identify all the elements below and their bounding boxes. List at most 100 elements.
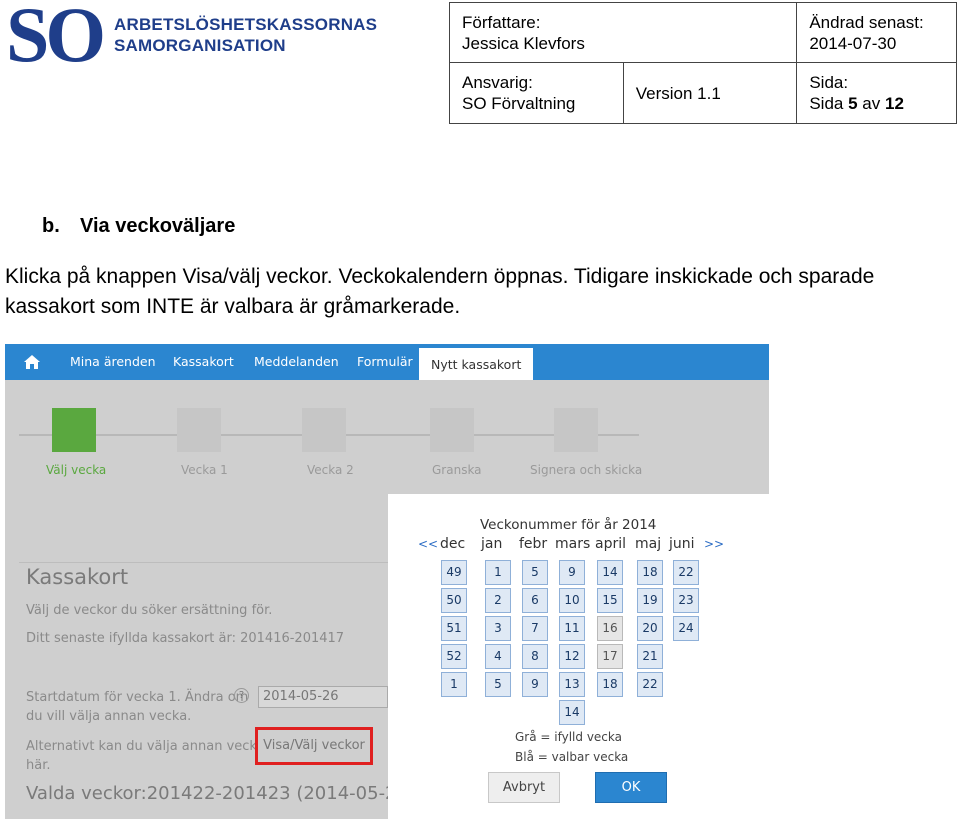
calendar-title: Veckonummer för år 2014 [480,517,657,533]
month-dec: dec [440,536,466,552]
page-prefix: Sida [809,94,844,113]
changed-cell: Ändrad senast: 2014-07-30 [796,2,957,63]
alt-label-2: här. [26,758,51,773]
week-cell-1[interactable]: 1 [485,560,511,585]
logo-line-1: ARBETSLÖSHETSKASSORNAS [114,15,378,34]
month-maj: maj [635,536,662,552]
month-febr: febr [519,536,548,552]
step-label-granska: Granska [432,463,482,477]
week-cell-24[interactable]: 24 [673,616,699,641]
section-heading: b. Via veckoväljare [42,215,235,238]
page-total: 12 [885,94,904,113]
week-cell-9[interactable]: 9 [559,560,585,585]
form-instruction: Välj de veckor du söker ersättning för. [26,603,273,618]
month-april: april [595,536,627,552]
week-cell-5[interactable]: 5 [522,560,548,585]
nav-kassakort[interactable]: Kassakort [173,344,234,380]
week-cell-19[interactable]: 19 [637,588,663,613]
author-label: Författare: [462,12,541,32]
home-icon[interactable] [23,354,41,370]
author-value: Jessica Klevfors [462,33,585,53]
step-box-valj-vecka [52,408,96,452]
week-cell-1[interactable]: 1 [441,672,467,697]
week-cell-51[interactable]: 51 [441,616,467,641]
week-cell-11[interactable]: 11 [559,616,585,641]
responsible-cell: Ansvarig: SO Förvaltning [449,62,624,124]
week-cell-20[interactable]: 20 [637,616,663,641]
author-cell: Författare: Jessica Klevfors [448,2,798,63]
week-cell-52[interactable]: 52 [441,644,467,669]
nav-mina-arenden[interactable]: Mina ärenden [70,344,156,380]
changed-value: 2014-07-30 [809,33,897,53]
week-cell-5[interactable]: 5 [485,672,511,697]
page-cell: Sida: Sida 5 av 12 [796,62,957,124]
nav-formular[interactable]: Formulär [357,344,413,380]
step-box-signera [554,408,598,452]
page-current: 5 [848,94,858,113]
legend-blue: Blå = valbar vecka [515,750,629,764]
changed-label: Ändrad senast: [809,12,924,32]
section-paragraph: Klicka på knappen Visa/välj veckor. Veck… [5,265,875,318]
calendar-next[interactable]: >> [704,537,724,551]
so-logo: SO ARBETSLÖSHETSKASSORNAS SAMORGANISATIO… [6,0,377,74]
alt-label-1: Alternativt kan du välja annan vecka [26,739,265,754]
month-juni: juni [669,536,695,552]
week-cell-6[interactable]: 6 [522,588,548,613]
document-header-table: Författare: Jessica Klevfors Ändrad sena… [448,2,957,124]
page-of: av [862,94,881,113]
app-screenshot: Mina ärenden Kassakort Meddelanden Formu… [5,344,769,819]
step-label-valj-vecka: Välj vecka [46,463,107,477]
step-label-vecka-2: Vecka 2 [307,463,354,477]
week-cell-14[interactable]: 14 [559,700,585,725]
week-cell-3[interactable]: 3 [485,616,511,641]
week-picker-dialog: Veckonummer för år 2014 << >> dec jan febr… [388,494,769,819]
help-icon[interactable]: ? [234,688,249,703]
week-cell-2[interactable]: 2 [485,588,511,613]
week-cell-22[interactable]: 22 [673,560,699,585]
week-cell-18[interactable]: 18 [597,672,623,697]
week-cell-15[interactable]: 15 [597,588,623,613]
version-cell: Version 1.1 [622,62,798,124]
kassakort-form: Kassakort Välj de veckor du söker ersätt… [5,537,420,819]
ok-button[interactable]: OK [595,772,667,803]
section-number: b. [42,215,60,237]
start-date-label-1: Startdatum för vecka 1. Ändra om [26,690,249,705]
form-divider [19,562,388,563]
form-title: Kassakort [26,565,129,589]
step-box-vecka-2 [302,408,346,452]
week-cell-13[interactable]: 13 [559,672,585,697]
week-cell-12[interactable]: 12 [559,644,585,669]
calendar-prev[interactable]: << [418,537,438,551]
version-value: Version 1.1 [635,83,721,103]
week-cell-18[interactable]: 18 [637,560,663,585]
step-label-vecka-1: Vecka 1 [181,463,228,477]
show-pick-weeks-button[interactable]: Visa/Välj veckor [255,727,373,765]
week-cell-23[interactable]: 23 [673,588,699,613]
nav-meddelanden[interactable]: Meddelanden [254,344,339,380]
start-date-input[interactable]: 2014-05-26 [258,686,388,708]
month-mars: mars [555,536,591,552]
form-last-filled: Ditt senaste ifyllda kassakort är: 20141… [26,631,345,646]
week-cell-49[interactable]: 49 [441,560,467,585]
week-cell-10[interactable]: 10 [559,588,585,613]
month-jan: jan [481,536,503,552]
legend-gray: Grå = ifylld vecka [515,730,622,744]
week-cell-9[interactable]: 9 [522,672,548,697]
cancel-button[interactable]: Avbryt [488,772,560,803]
week-cell-50[interactable]: 50 [441,588,467,613]
responsible-value: SO Förvaltning [462,94,576,113]
week-cell-7[interactable]: 7 [522,616,548,641]
week-cell-22[interactable]: 22 [637,672,663,697]
section-title: Via veckoväljare [80,215,236,237]
nav-nytt-kassakort[interactable]: Nytt kassakort [419,348,534,380]
week-cell-21[interactable]: 21 [637,644,663,669]
responsible-label: Ansvarig: [462,73,533,92]
week-cell-8[interactable]: 8 [522,644,548,669]
page-label: Sida: [809,73,849,92]
week-cell-16: 16 [597,616,623,641]
week-cell-4[interactable]: 4 [485,644,511,669]
week-cell-17: 17 [597,644,623,669]
week-cell-14[interactable]: 14 [597,560,623,585]
logo-line-2: SAMORGANISATION [114,36,286,55]
page-number: Sida 5 av 12 [809,93,944,114]
